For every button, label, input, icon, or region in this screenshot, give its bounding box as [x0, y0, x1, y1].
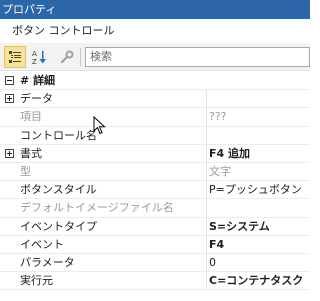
mouse-cursor-icon [93, 116, 106, 135]
property-value[interactable]: F4 追加 [206, 144, 310, 162]
property-name: イベントタイプ [20, 219, 97, 233]
collapse-icon[interactable] [4, 76, 14, 86]
property-name: 実行元 [20, 274, 53, 288]
property-row-format[interactable]: 書式 F4 追加 [0, 144, 310, 163]
property-value[interactable]: 0 [206, 253, 310, 272]
expand-icon[interactable] [4, 94, 14, 104]
property-name: 書式 [20, 146, 42, 160]
property-row-execution-source[interactable]: 実行元 C=コンテナタスク [0, 272, 310, 291]
property-grid: # 詳細 データ 項目 ??? コントロール名 書式 F4 追加 型 文字 ボタ… [0, 72, 310, 291]
toolbar: A Z 検索 [0, 43, 310, 71]
expand-icon[interactable] [4, 148, 14, 158]
alphabetical-view-button[interactable]: A Z [28, 46, 50, 68]
property-row-item[interactable]: 項目 ??? [0, 108, 310, 127]
property-name: パラメータ [20, 255, 75, 269]
categorized-icon [9, 51, 21, 63]
property-name: イベント [20, 237, 64, 251]
property-pages-button[interactable] [56, 46, 78, 68]
property-row-control-name[interactable]: コントロール名 [0, 126, 310, 145]
selected-object-name: ボタン コントロール [0, 19, 310, 43]
property-name: ボタンスタイル [20, 183, 97, 197]
property-value[interactable] [206, 199, 310, 217]
wrench-icon [60, 50, 74, 64]
svg-text:A: A [32, 50, 37, 58]
sort-az-icon: A Z [32, 50, 46, 65]
search-input[interactable]: 検索 [85, 47, 310, 67]
property-name: コントロール名 [20, 128, 97, 142]
property-row-data[interactable]: データ [0, 90, 310, 109]
property-value[interactable]: S=システム [206, 217, 310, 235]
property-value[interactable] [206, 90, 310, 108]
property-value[interactable]: P=プッシュボタン [206, 181, 310, 199]
category-label: # 詳細 [20, 74, 56, 87]
property-name: 項目 [20, 110, 42, 124]
property-row-event-type[interactable]: イベントタイプ S=システム [0, 217, 310, 236]
property-value[interactable] [206, 126, 310, 144]
property-value[interactable]: C=コンテナタスク [206, 272, 310, 290]
property-row-event[interactable]: イベント F4 [0, 235, 310, 254]
category-row-details[interactable]: # 詳細 [0, 72, 310, 91]
property-value[interactable]: F4 [206, 235, 310, 253]
categorized-view-button[interactable] [4, 46, 26, 68]
property-row-parameter[interactable]: パラメータ 0 [0, 253, 310, 273]
property-name: データ [20, 92, 53, 106]
svg-text:Z: Z [32, 58, 37, 65]
property-name: デフォルトイメージファイル名 [20, 201, 174, 215]
property-row-button-style[interactable]: ボタンスタイル P=プッシュボタン [0, 181, 310, 200]
window-title: プロパティ [0, 0, 310, 19]
property-value[interactable]: ??? [206, 108, 310, 126]
toolbar-separator [80, 48, 81, 66]
property-row-type[interactable]: 型 文字 [0, 162, 310, 182]
property-value[interactable]: 文字 [206, 162, 310, 181]
property-name: 型 [20, 164, 31, 178]
property-row-default-image[interactable]: デフォルトイメージファイル名 [0, 199, 310, 218]
